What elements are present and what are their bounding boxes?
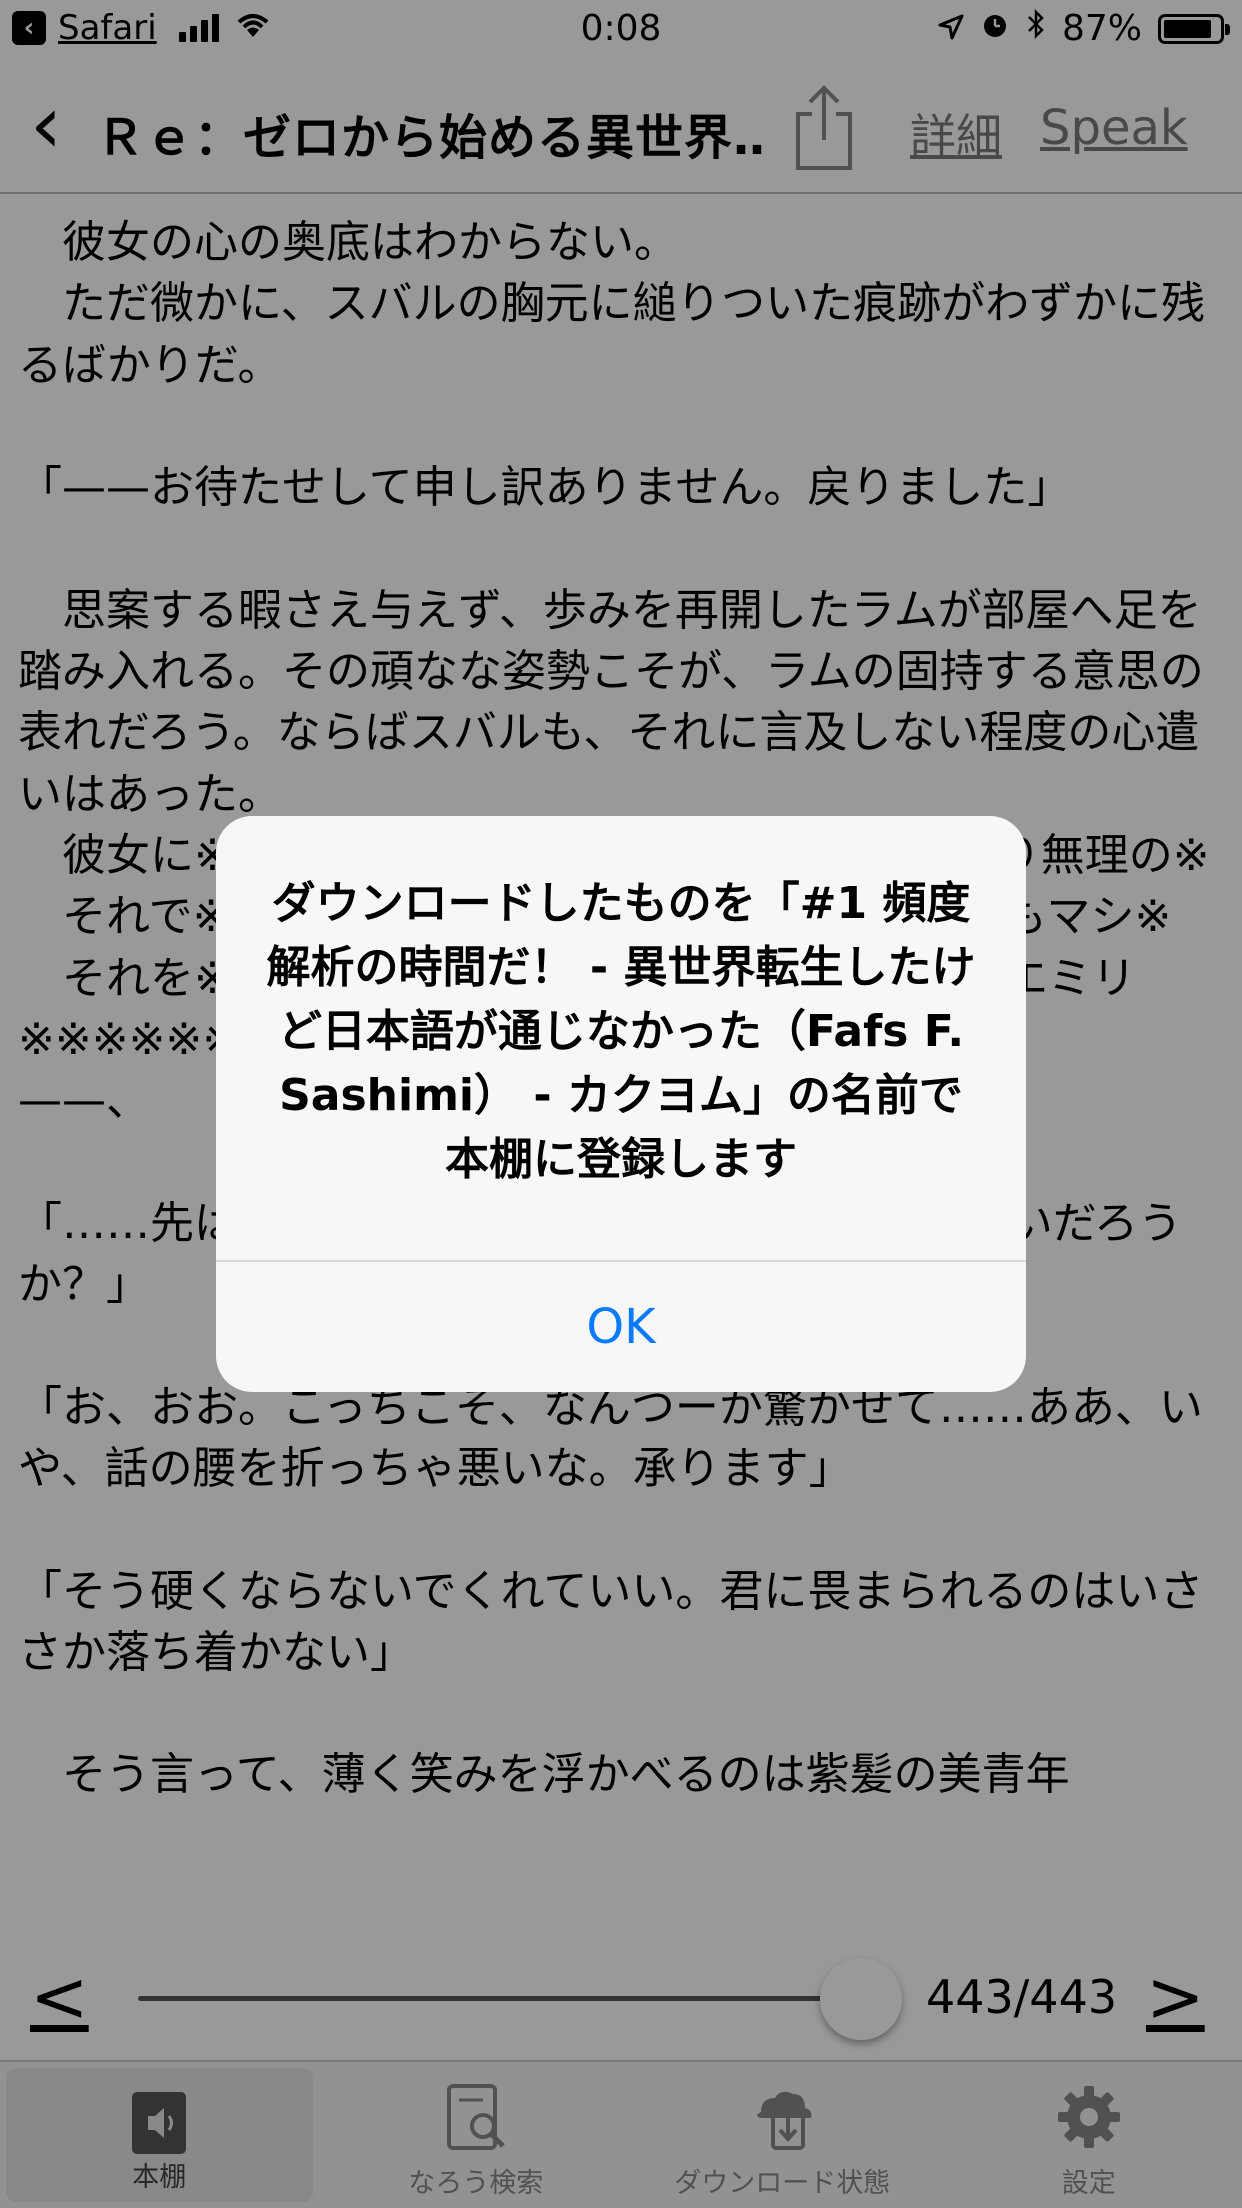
ok-button[interactable]: OK (216, 1262, 1026, 1392)
alert-message: ダウンロードしたものを「#1 頻度解析の時間だ！ - 異世界転生したけど日本語が… (266, 878, 976, 1185)
alert-dialog: ダウンロードしたものを「#1 頻度解析の時間だ！ - 異世界転生したけど日本語が… (216, 816, 1026, 1392)
